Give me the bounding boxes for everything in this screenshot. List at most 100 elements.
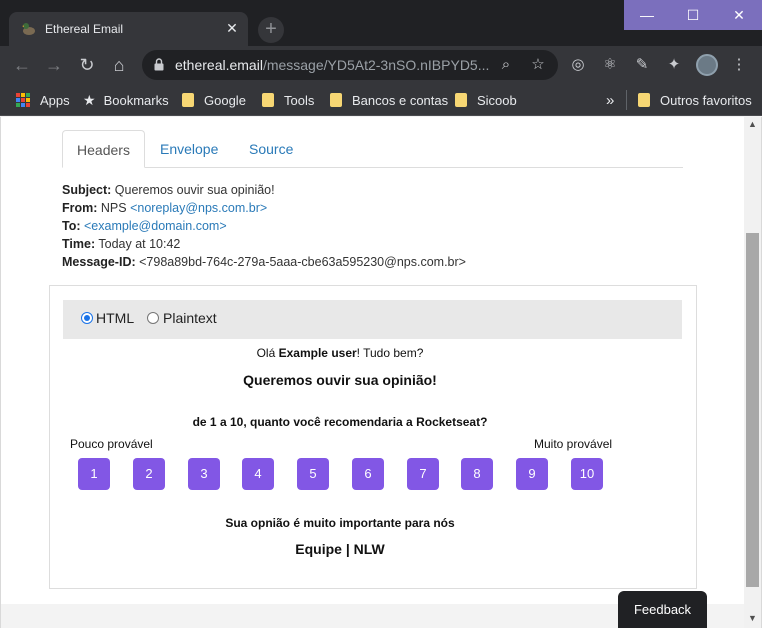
subject-label: Subject: [62,183,112,197]
bookmark-bancos-e-contas[interactable]: Bancos e contas [330,90,448,110]
maximize-button[interactable]: ☐ [670,0,716,30]
time-value: Today at 10:42 [98,237,181,251]
html-radio-label[interactable]: HTML [96,310,134,326]
scrollbar-thumb[interactable] [746,233,759,587]
greeting-name: Example user [278,346,357,360]
react-devtools-icon[interactable]: ⚛ [600,55,620,75]
subject-value: Queremos ouvir sua opinião! [114,183,275,197]
menu-kebab-icon[interactable]: ⋮ [729,55,749,75]
lock-icon [154,58,164,71]
plaintext-radio[interactable] [147,312,159,324]
score-button-8[interactable]: 8 [461,458,493,490]
header-from: From: NPS <noreplay@nps.com.br> [62,201,267,215]
greeting-suffix: ! Tudo bem? [356,346,424,360]
forward-arrow-icon[interactable]: → [42,53,66,77]
question-range-start: 1 [209,415,217,429]
question-prefix: de [192,415,207,429]
html-radio[interactable] [81,312,93,324]
folder-icon [638,93,650,107]
question-middle: a [219,415,227,429]
scroll-up-arrow-icon[interactable]: ▲ [748,119,757,129]
header-subject: Subject: Queremos ouvir sua opinião! [62,183,275,197]
header-to: To: <example@domain.com> [62,219,227,233]
browser-tab[interactable]: Ethereal Email ✕ [9,12,248,46]
score-button-7[interactable]: 7 [407,458,439,490]
score-button-9[interactable]: 9 [516,458,548,490]
zoom-search-icon[interactable]: ⌕ [496,55,516,75]
home-icon[interactable]: ⌂ [107,53,131,77]
from-email-link[interactable]: <noreplay@nps.com.br> [130,201,267,215]
score-button-1[interactable]: 1 [78,458,110,490]
bookmark-label: Tools [284,92,315,108]
bookmark-label: Sicoob [477,92,517,108]
bookmarks-bar: Apps ★ Bookmarks Google Tools Bancos e c… [0,84,762,116]
scroll-down-arrow-icon[interactable]: ▼ [748,613,757,623]
header-message-id: Message-ID: <798a89bd-764c-279a-5aaa-cbe… [62,255,466,269]
folder-icon [182,93,194,107]
browser-titlebar: Ethereal Email ✕ + — ☐ ✕ [0,0,762,46]
folder-icon [262,93,274,107]
feedback-button[interactable]: Feedback [618,591,707,628]
time-label: Time: [62,237,96,251]
bookmark-label: Outros favoritos [660,92,752,108]
bookmark-sicoob[interactable]: Sicoob [455,90,517,110]
url-host: ethereal.email [175,57,263,73]
from-label: From: [62,201,98,215]
tabs-divider [62,167,683,168]
email-greeting: Olá Example user! Tudo bem? [232,346,448,360]
page-scrollbar[interactable]: ▲ ▼ [744,117,761,628]
star-icon: ★ [83,91,96,108]
to-email-link[interactable]: <example@domain.com> [84,219,227,233]
low-likelihood-label: Pouco provável [70,437,153,451]
score-button-2[interactable]: 2 [133,458,165,490]
bookmark-label: Google [204,92,246,108]
reload-icon[interactable]: ↻ [75,53,99,77]
high-likelihood-label: Muito provável [534,437,613,451]
bookmark-tools[interactable]: Tools [262,90,314,110]
bookmarks-divider [626,90,627,110]
message-id-label: Message-ID: [62,255,136,269]
header-time: Time: Today at 10:42 [62,237,180,251]
tab-source[interactable]: Source [249,130,293,168]
tab-headers[interactable]: Headers [62,130,145,168]
bookmarks-overflow-icon[interactable]: » [606,90,614,110]
bookmark-apps[interactable]: Apps [16,90,70,110]
url-path: /message/YD5At2-3nSO.nIBPYD5... [262,57,490,73]
tab-envelope[interactable]: Envelope [160,130,218,168]
bookmark-bookmarks[interactable]: ★ Bookmarks [83,90,169,110]
score-button-6[interactable]: 6 [352,458,384,490]
bookmark-label: Apps [40,92,70,108]
close-window-button[interactable]: ✕ [716,0,762,30]
email-signature: Equipe | NLW [295,541,385,557]
tab-title: Ethereal Email [45,22,124,36]
extension-circle-icon[interactable]: ◎ [568,55,588,75]
to-label: To: [62,219,81,233]
bookmark-label: Bookmarks [103,92,169,108]
from-name: NPS [100,201,127,215]
new-tab-button[interactable]: + [258,17,284,43]
extensions-puzzle-icon[interactable]: ✦ [664,55,684,75]
back-arrow-icon[interactable]: ← [10,53,34,77]
browser-toolbar: ← → ↻ ⌂ ethereal.email/message/YD5At2-3n… [0,46,762,84]
score-button-3[interactable]: 3 [188,458,220,490]
bookmark-star-icon[interactable]: ☆ [528,55,548,75]
score-button-5[interactable]: 5 [297,458,329,490]
minimize-button[interactable]: — [624,0,670,30]
eyedropper-extension-icon[interactable]: ✎ [632,55,652,75]
apps-grid-icon [16,93,30,107]
folder-icon [455,93,467,107]
message-id-value: <798a89bd-764c-279a-5aaa-cbe63a595230@np… [139,255,466,269]
plaintext-radio-label[interactable]: Plaintext [163,310,217,326]
email-question: de 1 a 10, quanto você recomendaria a Ro… [160,415,520,429]
profile-avatar[interactable] [696,54,718,76]
bookmark-label: Bancos e contas [352,92,449,108]
close-tab-icon[interactable]: ✕ [223,18,241,38]
address-bar[interactable]: ethereal.email/message/YD5At2-3nSO.nIBPY… [142,50,558,80]
bookmark-google[interactable]: Google [182,90,246,110]
greeting-prefix: Olá [256,346,276,360]
score-button-10[interactable]: 10 [571,458,603,490]
bookmark-outros-favoritos[interactable]: Outros favoritos [638,90,752,110]
email-heading: Queremos ouvir sua opinião! [243,372,437,388]
score-button-4[interactable]: 4 [242,458,274,490]
question-range-end: 10 [229,415,244,429]
